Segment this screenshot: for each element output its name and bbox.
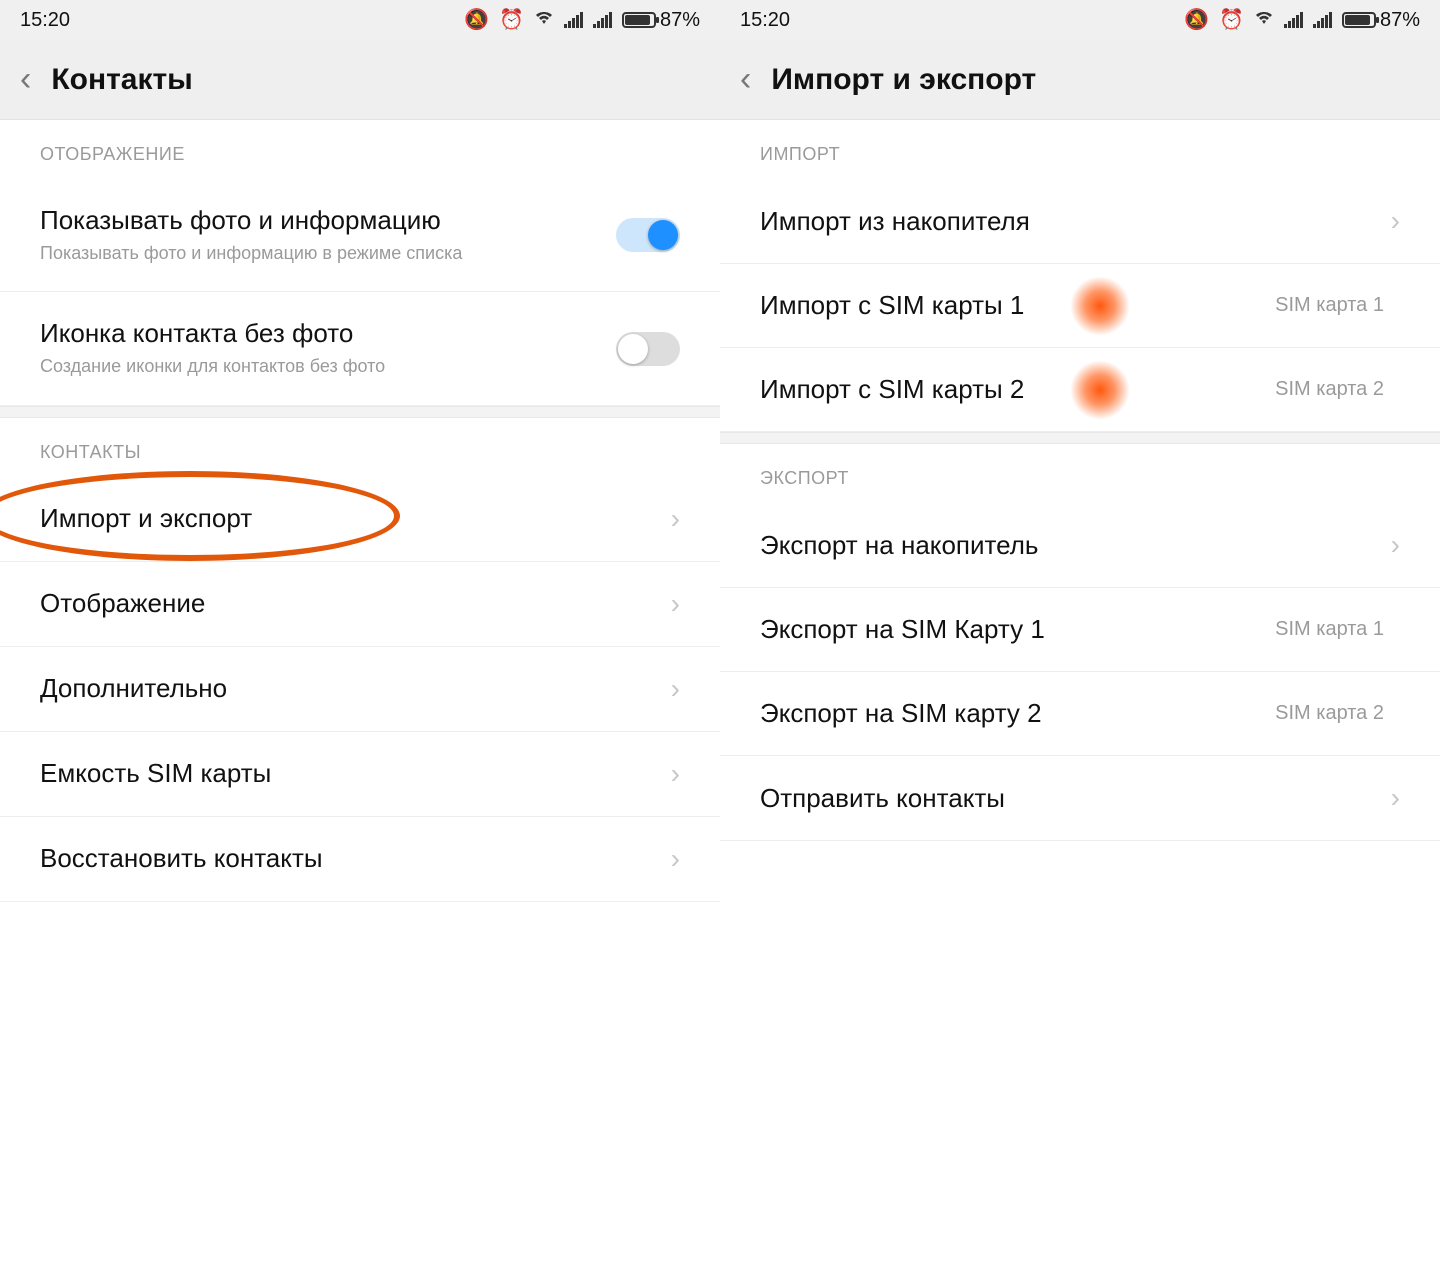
row-export-sim2[interactable]: Экспорт на SIM карту 2 SIM карта 2: [720, 672, 1440, 756]
row-title: Дополнительно: [40, 673, 671, 704]
row-title: Восстановить контакты: [40, 843, 671, 874]
chevron-right-icon: ›: [671, 588, 680, 620]
row-title: Отправить контакты: [760, 783, 1391, 814]
page-title: Контакты: [51, 63, 192, 97]
chevron-right-icon: ›: [1391, 782, 1400, 814]
status-time: 15:20: [740, 9, 790, 32]
section-import-label: ИМПОРТ: [720, 120, 1440, 179]
page-title: Импорт и экспорт: [771, 63, 1036, 97]
toggle-contact-icon[interactable]: [616, 332, 680, 366]
phone-left: 15:20 🔕 ⏰ 87% ‹ Контакты ОТОБРАЖЕНИЕ Пок…: [0, 0, 720, 1280]
row-value: SIM карта 2: [1275, 702, 1384, 725]
chevron-right-icon: ›: [671, 503, 680, 535]
back-button[interactable]: ‹: [20, 60, 31, 99]
row-sim-capacity[interactable]: Емкость SIM карты ›: [0, 732, 720, 817]
chevron-right-icon: ›: [671, 758, 680, 790]
section-contacts-label: КОНТАКТЫ: [0, 418, 720, 477]
row-title: Импорт с SIM карты 1: [760, 290, 1275, 321]
section-display-label: ОТОБРАЖЕНИЕ: [0, 120, 720, 179]
signal2-icon: [593, 12, 612, 28]
status-time: 15:20: [20, 9, 70, 32]
wifi-icon: [534, 10, 554, 30]
status-icons: 🔕 ⏰ 87%: [464, 9, 700, 32]
row-advanced[interactable]: Дополнительно ›: [0, 647, 720, 732]
row-import-sim1[interactable]: Импорт с SIM карты 1 SIM карта 1: [720, 264, 1440, 348]
row-show-photo-info[interactable]: Показывать фото и информацию Показывать …: [0, 179, 720, 292]
row-contact-icon-no-photo[interactable]: Иконка контакта без фото Создание иконки…: [0, 292, 720, 405]
row-value: SIM карта 2: [1275, 378, 1384, 401]
row-title: Экспорт на SIM Карту 1: [760, 614, 1275, 645]
mute-icon: 🔕: [1184, 10, 1209, 30]
row-title: Экспорт на накопитель: [760, 530, 1391, 561]
row-title: Иконка контакта без фото: [40, 318, 616, 349]
toggle-show-photo[interactable]: [616, 218, 680, 252]
section-separator: [0, 406, 720, 418]
phone-right: 15:20 🔕 ⏰ 87% ‹ Импорт и экспорт ИМПОРТ …: [720, 0, 1440, 1280]
signal1-icon: [1284, 12, 1303, 28]
alarm-icon: ⏰: [499, 10, 524, 30]
row-value: SIM карта 1: [1275, 618, 1384, 641]
header: ‹ Контакты: [0, 40, 720, 120]
row-export-to-storage[interactable]: Экспорт на накопитель ›: [720, 503, 1440, 588]
row-subtitle: Создание иконки для контактов без фото: [40, 355, 616, 378]
chevron-right-icon: ›: [671, 843, 680, 875]
mute-icon: 🔕: [464, 10, 489, 30]
content-right: ИМПОРТ Импорт из накопителя › Импорт с S…: [720, 120, 1440, 1280]
wifi-icon: [1254, 10, 1274, 30]
battery-pct: 87%: [1380, 9, 1420, 32]
section-export-label: ЭКСПОРТ: [720, 444, 1440, 503]
row-title: Экспорт на SIM карту 2: [760, 698, 1275, 729]
back-button[interactable]: ‹: [740, 60, 751, 99]
signal1-icon: [564, 12, 583, 28]
row-value: SIM карта 1: [1275, 294, 1384, 317]
row-title: Импорт из накопителя: [760, 206, 1391, 237]
row-title: Емкость SIM карты: [40, 758, 671, 789]
header: ‹ Импорт и экспорт: [720, 40, 1440, 120]
row-title: Отображение: [40, 588, 671, 619]
section-separator: [720, 432, 1440, 444]
status-bar: 15:20 🔕 ⏰ 87%: [0, 0, 720, 40]
chevron-right-icon: ›: [1391, 529, 1400, 561]
battery-icon: 87%: [1342, 9, 1420, 32]
row-export-sim1[interactable]: Экспорт на SIM Карту 1 SIM карта 1: [720, 588, 1440, 672]
row-title: Показывать фото и информацию: [40, 205, 616, 236]
row-send-contacts[interactable]: Отправить контакты ›: [720, 756, 1440, 841]
row-title: Импорт с SIM карты 2: [760, 374, 1275, 405]
signal2-icon: [1313, 12, 1332, 28]
row-display[interactable]: Отображение ›: [0, 562, 720, 647]
content-left: ОТОБРАЖЕНИЕ Показывать фото и информацию…: [0, 120, 720, 1280]
row-import-export[interactable]: Импорт и экспорт ›: [0, 477, 720, 562]
row-subtitle: Показывать фото и информацию в режиме сп…: [40, 242, 616, 265]
row-title: Импорт и экспорт: [40, 503, 671, 534]
status-bar: 15:20 🔕 ⏰ 87%: [720, 0, 1440, 40]
row-restore-contacts[interactable]: Восстановить контакты ›: [0, 817, 720, 902]
alarm-icon: ⏰: [1219, 10, 1244, 30]
chevron-right-icon: ›: [1391, 205, 1400, 237]
status-icons: 🔕 ⏰ 87%: [1184, 9, 1420, 32]
chevron-right-icon: ›: [671, 673, 680, 705]
row-import-sim2[interactable]: Импорт с SIM карты 2 SIM карта 2: [720, 348, 1440, 432]
battery-icon: 87%: [622, 9, 700, 32]
row-import-from-storage[interactable]: Импорт из накопителя ›: [720, 179, 1440, 264]
battery-pct: 87%: [660, 9, 700, 32]
